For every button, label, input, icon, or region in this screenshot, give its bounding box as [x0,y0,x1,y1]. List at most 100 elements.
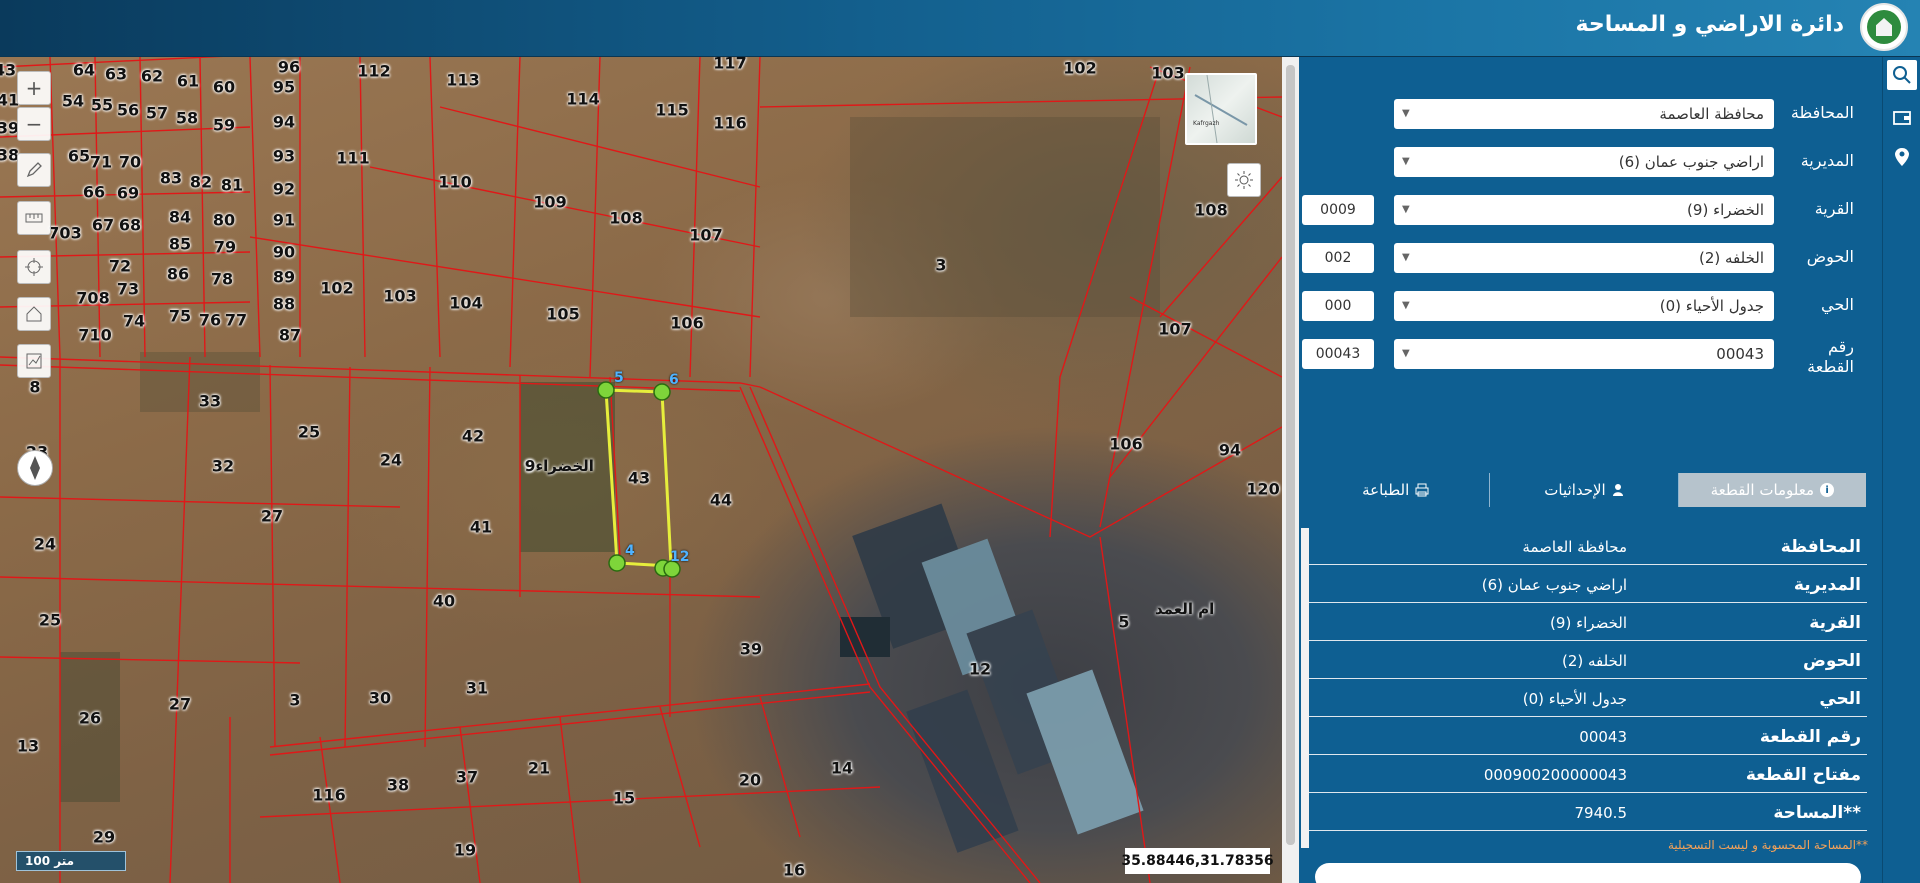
draw-button[interactable] [17,153,51,187]
parcel-number: 108 [1194,200,1228,220]
bottom-action-button[interactable] [1315,863,1861,883]
parcel-code-input[interactable]: 00043 [1302,339,1374,369]
info-label: مفتاح القطعة [1745,765,1861,785]
info-row: رقم القطعة 00043 [1307,717,1867,755]
chevron-down-icon: ▼ [1402,348,1410,359]
scrollbar-thumb[interactable] [1286,65,1295,845]
coordinates-readout: 35.88446,31.78356 [1121,848,1274,874]
zoom-out-button[interactable]: − [17,107,51,141]
zoom-in-button[interactable]: + [17,71,51,105]
parcel-number: 56 [116,100,140,120]
info-label: **المساحة [1773,803,1861,823]
info-row: المديرية اراضي جنوب عمان (6) [1307,565,1867,603]
basemap-toggle-button[interactable] [1227,163,1261,197]
chart-button[interactable] [17,344,51,378]
parcel-number: 15 [612,788,636,808]
area-note: **المساحة المحسوبة و ليست التسجيلية [1667,838,1868,852]
chevron-down-icon: ▼ [1402,108,1410,119]
vertex-label: 6 [669,372,679,388]
info-label: المحافظة [1780,537,1861,557]
measure-button[interactable] [17,201,51,235]
info-label: المديرية [1793,575,1861,595]
village-select[interactable]: الخضراء (9) ▼ [1394,195,1774,225]
tab-label: الطباعة [1362,481,1410,499]
parcel-number: 94 [1218,440,1242,460]
parcel-number: 91 [272,210,296,230]
map-view[interactable]: 4364636261609695949392919089888711211311… [0,57,1282,883]
parcel-number: 33 [198,391,222,411]
parcel-number: 89 [272,267,296,287]
neighborhood-select[interactable]: جدول الأحياء (0) ▼ [1394,291,1774,321]
overview-label: Kafrgazh [1193,120,1220,127]
neighborhood-code-input[interactable]: 000 [1302,291,1374,321]
greenhouse-area [840,503,1144,853]
parcel-number: 66 [82,182,106,202]
select-value: الخلفه (2) [1698,249,1764,267]
parcel-number: 93 [272,146,296,166]
home-button[interactable] [17,297,51,331]
compass-button[interactable] [17,450,53,486]
chevron-down-icon: ▼ [1402,300,1410,311]
tab-parcel-info[interactable]: i معلومات القطعة [1677,473,1866,507]
governorate-select[interactable]: محافظة العاصمة ▼ [1394,99,1774,129]
location-tool-button[interactable] [1887,142,1917,172]
parcel-number: 72 [108,256,132,276]
wallet-icon [1893,111,1911,125]
ruler-icon [25,213,43,223]
info-tabs: i معلومات القطعة الإحداثيات الطباعة [1302,473,1866,507]
parcel-number: 104 [449,293,483,313]
basin-select[interactable]: الخلفه (2) ▼ [1394,243,1774,273]
search-tool-button[interactable] [1887,60,1917,90]
wallet-tool-button[interactable] [1887,102,1917,132]
vertex-label: 12 [670,549,690,565]
parcel-number: 58 [175,108,199,128]
parcel-number: 113 [446,70,480,90]
place-label: الخضراء9 [525,457,594,475]
parcel-number: 32 [211,456,235,476]
tab-coordinates[interactable]: الإحداثيات [1489,473,1677,507]
parcel-number: 120 [1246,479,1280,499]
app-root: دائرة الاراضي و المساحة 3 64 63 62 61 60… [0,0,1920,883]
sun-icon [1235,171,1253,189]
panel-scrollbar[interactable] [1301,528,1309,848]
parcel-number: 710 [78,325,112,345]
parcel-number: 102 [320,278,354,298]
parcel-number: 43 [627,468,651,488]
info-icon: i [1820,483,1835,497]
parcel-number: 5 [1118,612,1130,632]
select-value: الخضراء (9) [1687,201,1764,219]
parcel-number: 106 [670,313,704,333]
parcel-number: 12 [968,659,992,679]
parcel-number: 26 [78,708,102,728]
directorate-select[interactable]: اراضي جنوب عمان (6) ▼ [1394,147,1774,177]
parcel-number: 25 [297,422,321,442]
parcel-select[interactable]: 00043 ▼ [1394,339,1774,369]
parcel-info-table: المحافظة محافظة العاصمة المديرية اراضي جنو… [1307,527,1867,831]
parcel-number: 40 [432,591,456,611]
parcel-number: 114 [566,89,600,109]
tab-print[interactable]: الطباعة [1302,473,1489,507]
place-label: ام العمد [1155,600,1215,618]
info-value: 7940.5 [1574,804,1628,822]
search-icon [1893,66,1911,84]
parcel-number: 86 [166,264,190,284]
overview-map[interactable]: Kafrgazh [1185,73,1257,145]
info-row: **المساحة 7940.5 [1307,793,1867,831]
parcel-number: 3 [935,255,947,275]
parcel-number: 14 [830,758,854,778]
parcel-number: 96 [277,57,301,77]
parcel-number: 42 [461,426,485,446]
basin-code-input[interactable]: 002 [1302,243,1374,273]
info-value: جدول الأحياء (0) [1522,690,1627,708]
parcel-number: 68 [118,215,142,235]
parcel-number: 38 [386,775,410,795]
parcel-number: 30 [368,688,392,708]
info-value: 000900200000043 [1483,766,1627,784]
home-icon [26,306,42,322]
locate-button[interactable] [17,250,51,284]
search-panel: المحافظة محافظة العاصمة ▼ المديرية اراضي … [1299,57,1882,883]
map-scrollbar[interactable] [1282,57,1299,883]
parcel-number: 80 [212,210,236,230]
parcel-number: 74 [122,311,146,331]
village-code-input[interactable]: 0009 [1302,195,1374,225]
